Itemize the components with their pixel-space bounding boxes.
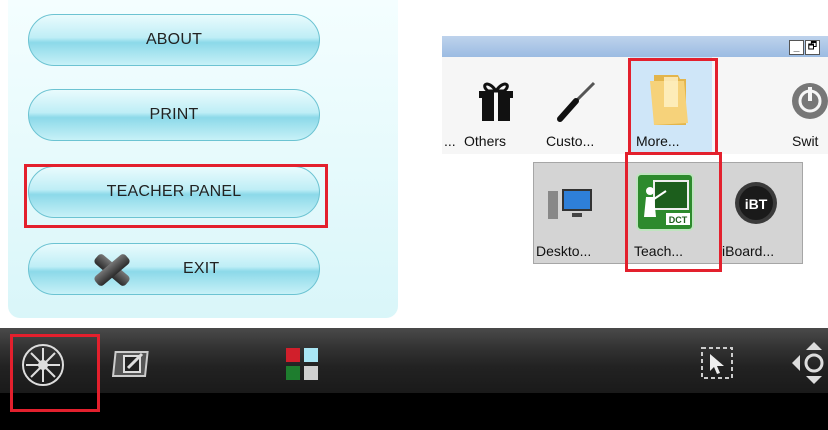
teacher-board-icon: DCT <box>636 173 694 231</box>
pen-window-icon <box>111 351 149 377</box>
taskbar-strip <box>0 393 828 430</box>
compass-menu-icon <box>22 344 64 386</box>
about-label: ABOUT <box>145 31 203 48</box>
switch-item[interactable]: Swit <box>774 57 828 154</box>
color-palette-button[interactable] <box>286 348 320 385</box>
color-palette-icon <box>286 348 318 380</box>
print-label: PRINT <box>149 106 199 123</box>
others-item[interactable]: Others <box>462 57 534 154</box>
more-label: More... <box>636 133 680 149</box>
iboard-label: iBoard... <box>722 243 775 259</box>
folder-icon <box>650 75 688 125</box>
iboard-icon: iBT <box>735 182 777 224</box>
teacher-item[interactable]: DCT Teach... <box>630 163 714 260</box>
bottom-toolbar <box>0 328 828 393</box>
iboard-badge: iBT <box>745 196 768 212</box>
shortcut-window: _ 🗗 ... Others Custo... More... Swit <box>442 36 828 154</box>
customize-item[interactable]: Custo... <box>542 57 622 154</box>
hidden-item[interactable]: ... <box>442 57 462 154</box>
iboard-item[interactable]: iBT iBoard... <box>720 163 800 260</box>
exit-label: EXIT <box>183 260 220 277</box>
gift-icon <box>479 82 513 121</box>
switch-label: Swit <box>792 133 819 149</box>
about-button[interactable]: ABOUT <box>28 14 320 66</box>
teacher-panel-label: TEACHER PANEL <box>106 183 242 200</box>
compass-menu-button[interactable] <box>20 342 66 393</box>
teacher-panel-button[interactable]: TEACHER PANEL <box>28 166 320 218</box>
main-menu-panel: ABOUT PRINT TEACHER PANEL EXIT <box>8 0 398 318</box>
desktop-item[interactable]: Deskto... <box>534 163 624 260</box>
more-launcher-panel: Deskto... DCT Teach... iBT iBoard... <box>533 162 803 264</box>
others-label: Others <box>464 133 507 149</box>
selection-button[interactable] <box>700 346 734 385</box>
teacher-badge: DCT <box>669 215 688 225</box>
selection-arrow-icon <box>701 347 733 379</box>
customize-label: Custo... <box>546 133 595 149</box>
move-arrows-icon <box>792 342 824 384</box>
desktop-label: Deskto... <box>536 243 592 259</box>
teacher-label: Teach... <box>634 243 684 259</box>
hidden-item-label: ... <box>444 133 456 149</box>
desktop-icon <box>548 189 592 219</box>
print-button[interactable]: PRINT <box>28 89 320 141</box>
screwdriver-icon <box>557 81 596 122</box>
move-button[interactable] <box>790 340 828 391</box>
restore-button[interactable]: 🗗 <box>805 40 820 55</box>
exit-button[interactable]: EXIT <box>28 243 320 295</box>
window-titlebar: _ 🗗 <box>442 36 828 57</box>
x-icon <box>89 246 135 292</box>
more-item[interactable]: More... <box>630 57 712 154</box>
minimize-button[interactable]: _ <box>789 40 804 55</box>
pen-window-button[interactable] <box>111 348 152 387</box>
power-switch-icon <box>792 83 828 119</box>
